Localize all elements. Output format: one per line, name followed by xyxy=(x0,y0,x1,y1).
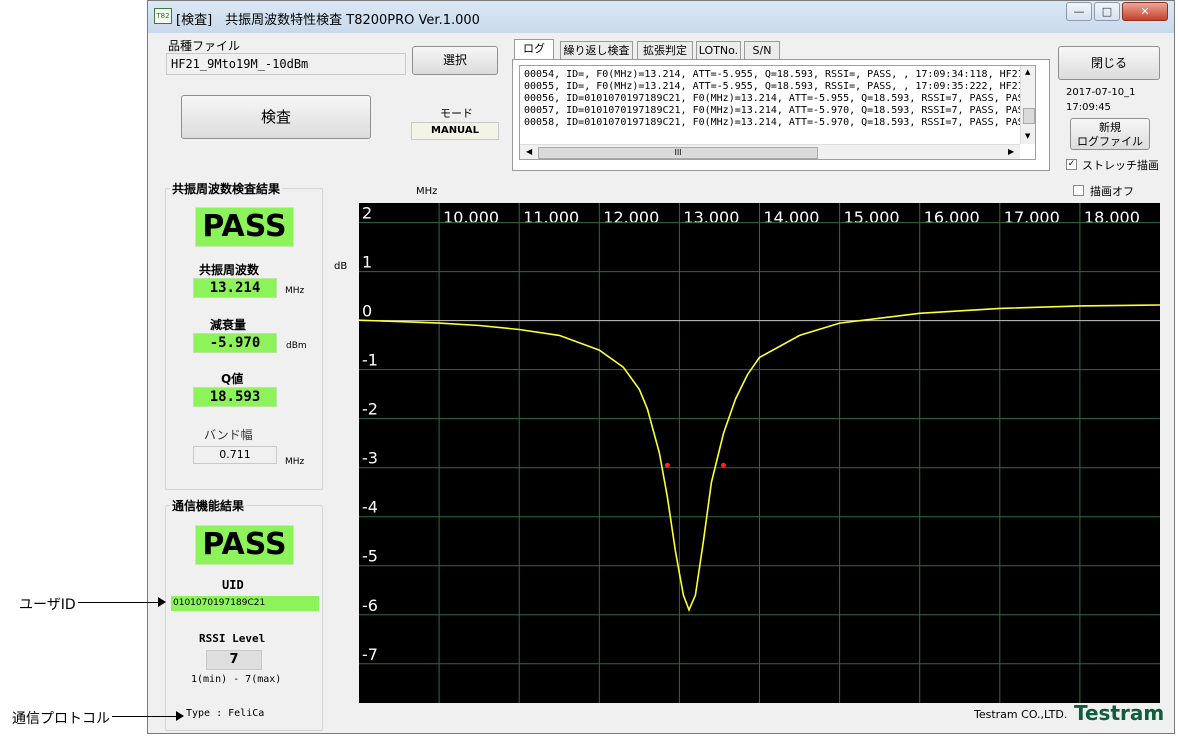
bw-unit: MHz xyxy=(285,457,305,467)
y-tick-label: -1 xyxy=(362,351,378,370)
resonance-chart: 10.000 11.000 12.000 13.000 14.000 15.000 16.0… xyxy=(358,203,1161,703)
testram-logo: Testram xyxy=(1074,701,1165,725)
resonance-group-title: 共振周波数検査結果 xyxy=(170,180,283,197)
x-tick-label: 11.000 xyxy=(523,208,579,227)
resonance-pass-badge: PASS xyxy=(195,207,294,247)
uid-value: 0101070197189C21 xyxy=(171,596,319,611)
y-tick-label: -4 xyxy=(362,498,378,517)
protocol-arrow xyxy=(112,716,178,717)
bandwidth-marker xyxy=(720,462,726,468)
tab-extended[interactable]: 拡張判定 xyxy=(637,41,693,59)
q-value: 18.593 xyxy=(193,387,277,407)
user-id-annotation: ユーザID xyxy=(19,597,76,613)
x-tick-label: 14.000 xyxy=(764,208,820,227)
log-line: 00057, ID=0101070197189C21, F0(MHz)=13.2… xyxy=(524,105,1024,116)
scroll-up-icon[interactable]: ▲ xyxy=(1025,68,1030,76)
att-value: -5.970 xyxy=(193,333,277,353)
x-tick-label: 10.000 xyxy=(443,208,499,227)
bandwidth-marker xyxy=(664,462,670,468)
log-list[interactable]: 00054, ID=, F0(MHz)=13.214, ATT=-5.955, … xyxy=(519,65,1036,160)
window-title: [検査] 共振周波数特性検査 T8200PRO Ver.1.000 xyxy=(176,13,480,28)
scroll-right-icon[interactable]: ▶ xyxy=(1008,147,1014,156)
rssi-value: 7 xyxy=(206,650,262,670)
scroll-left-icon[interactable]: ◀ xyxy=(526,147,532,156)
y-tick-label: 2 xyxy=(362,204,372,223)
tab-repeat[interactable]: 繰り返し検査 xyxy=(560,41,633,59)
freq-unit: MHz xyxy=(285,286,305,296)
comm-group-title: 通信機能結果 xyxy=(170,497,247,514)
log-hscroll-thumb[interactable]: III xyxy=(538,147,818,159)
mode-label: モード xyxy=(440,107,473,120)
y-tick-label: 0 xyxy=(362,302,372,321)
rssi-label: RSSI Level xyxy=(199,632,266,645)
log-line: 00056, ID=0101070197189C21, F0(MHz)=13.2… xyxy=(524,93,1024,104)
stretch-checkbox[interactable]: ✓ xyxy=(1066,159,1077,170)
y-tick-label: -2 xyxy=(362,400,378,419)
rssi-range: 1(min) - 7(max) xyxy=(191,674,282,685)
x-tick-label: 13.000 xyxy=(683,208,739,227)
file-name-field[interactable]: HF21_9Mto19M_-10dBm xyxy=(166,53,406,75)
y-tick-label: -7 xyxy=(362,645,378,664)
x-tick-label: 15.000 xyxy=(844,208,900,227)
tab-lotno[interactable]: LOTNo. xyxy=(696,41,741,59)
mode-value: MANUAL xyxy=(411,122,499,140)
close-button[interactable]: 閉じる xyxy=(1058,46,1160,80)
tab-log[interactable]: ログ xyxy=(514,39,554,60)
new-log-button-line1: 新規 xyxy=(1099,121,1121,134)
minimize-icon[interactable]: — xyxy=(1066,2,1092,21)
stretch-label: ストレッチ描画 xyxy=(1082,159,1159,172)
att-unit: dBm xyxy=(286,341,307,351)
freq-value: 13.214 xyxy=(193,278,277,298)
x-axis-unit: MHz xyxy=(416,186,438,197)
y-tick-label: -3 xyxy=(362,449,378,468)
protocol-arrow-head xyxy=(176,711,184,721)
uid-label: UID xyxy=(222,578,244,592)
user-id-arrow-head xyxy=(158,597,166,607)
app-window: T82 [検査] 共振周波数特性検査 T8200PRO Ver.1.000 — … xyxy=(147,0,1175,734)
log-vscroll-thumb[interactable] xyxy=(1023,108,1035,124)
date-label: 2017-07-10_1 xyxy=(1066,87,1136,98)
maximize-icon[interactable]: □ xyxy=(1094,2,1120,21)
y-axis-unit: dB xyxy=(334,261,348,272)
close-icon[interactable]: ✕ xyxy=(1122,2,1168,21)
comm-pass-badge: PASS xyxy=(195,525,294,565)
company-name: Testram CO.,LTD. xyxy=(974,708,1068,721)
log-vscrollbar[interactable]: ▲ ▼ xyxy=(1020,66,1035,144)
bw-value: 0.711 xyxy=(193,446,277,464)
bw-label: バンド幅 xyxy=(204,428,253,442)
x-tick-label: 16.000 xyxy=(924,208,980,227)
comm-type: Type : FeliCa xyxy=(186,708,265,719)
x-tick-label: 18.000 xyxy=(1084,208,1140,227)
log-line: 00055, ID=, F0(MHz)=13.214, ATT=-5.955, … xyxy=(524,81,1024,92)
new-log-button-line2: ログファイル xyxy=(1077,135,1143,148)
x-tick-label: 17.000 xyxy=(1004,208,1060,227)
att-label: 減衰量 xyxy=(210,318,247,332)
time-label: 17:09:45 xyxy=(1066,102,1111,113)
app-icon: T82 xyxy=(154,8,172,24)
log-hscrollbar[interactable]: ◀ III ▶ xyxy=(520,144,1020,159)
y-tick-label: -5 xyxy=(362,547,378,566)
draw-off-checkbox[interactable] xyxy=(1073,185,1084,196)
resonance-chart-svg: 10.000 11.000 12.000 13.000 14.000 15.000 16.0… xyxy=(358,203,1161,703)
y-tick-label: 1 xyxy=(362,253,372,272)
select-button[interactable]: 選択 xyxy=(412,46,498,75)
log-line: 00058, ID=0101070197189C21, F0(MHz)=13.2… xyxy=(524,117,1024,128)
tab-sn[interactable]: S/N xyxy=(744,41,780,59)
q-label: Q値 xyxy=(221,372,244,386)
file-label: 品種ファイル xyxy=(168,39,241,53)
title-bar[interactable]: T82 [検査] 共振周波数特性検査 T8200PRO Ver.1.000 — … xyxy=(148,1,1174,33)
freq-label: 共振周波数 xyxy=(199,263,260,277)
inspect-button[interactable]: 検査 xyxy=(181,95,371,139)
x-tick-label: 12.000 xyxy=(603,208,659,227)
draw-off-label: 描画オフ xyxy=(1090,185,1134,198)
protocol-annotation: 通信プロトコル xyxy=(12,711,110,727)
y-tick-label: -6 xyxy=(362,596,378,615)
user-id-arrow xyxy=(78,602,164,603)
log-line: 00054, ID=, F0(MHz)=13.214, ATT=-5.955, … xyxy=(524,69,1024,80)
scroll-down-icon[interactable]: ▼ xyxy=(1025,132,1030,140)
new-log-button[interactable]: 新規 ログファイル xyxy=(1070,118,1150,150)
